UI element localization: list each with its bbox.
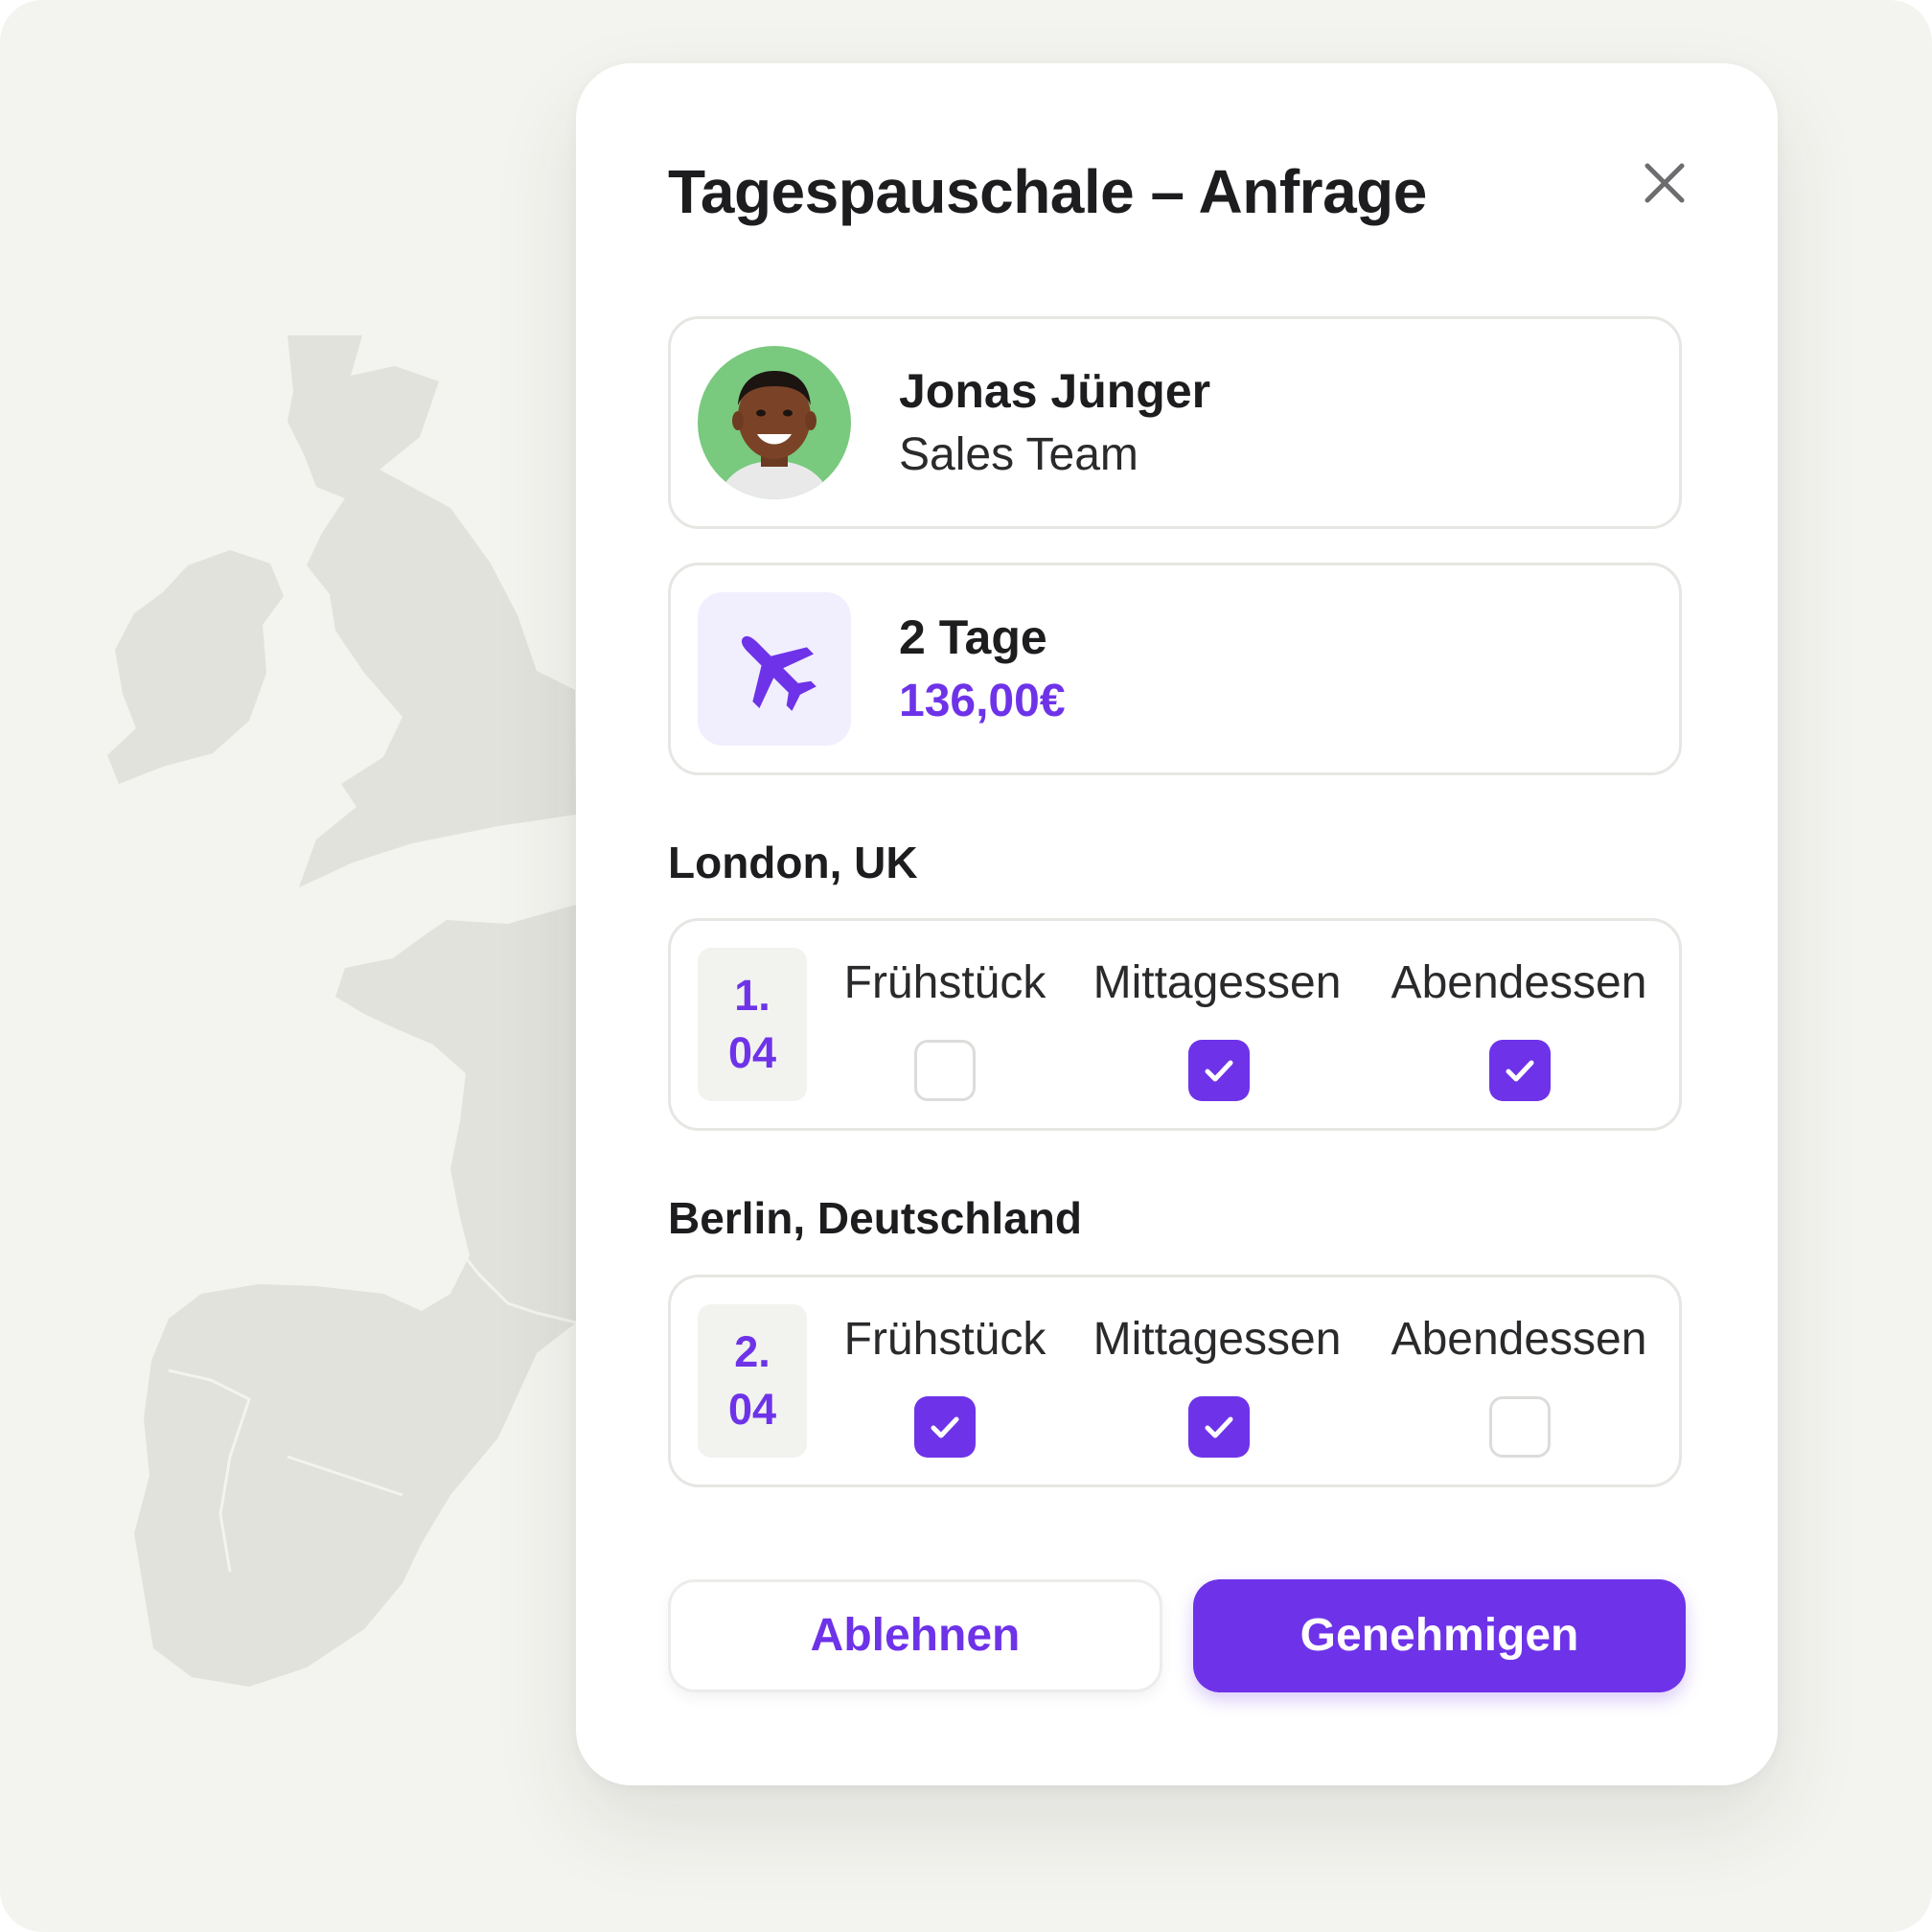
day2-lunch-label: Mittagessen [1092, 1314, 1342, 1365]
day1-date-month: 04 [727, 1028, 777, 1077]
trip-duration: 2 Tage [899, 610, 1047, 664]
day1-lunch-checkbox[interactable] [1188, 1040, 1250, 1101]
day1-breakfast-label: Frühstück [843, 957, 1046, 1008]
employee-team: Sales Team [899, 429, 1138, 480]
approve-button[interactable]: Genehmigen [1193, 1579, 1686, 1692]
day2-breakfast-checkbox[interactable] [914, 1396, 976, 1458]
day1-lunch-label: Mittagessen [1092, 957, 1342, 1008]
day1-dinner-label: Abendessen [1391, 957, 1647, 1008]
employee-card: Jonas Jünger Sales Team [668, 316, 1682, 529]
day1-meals-card: 1. 04 Frühstück Mittagessen Abendessen [668, 918, 1682, 1131]
reject-button[interactable]: Ablehnen [668, 1579, 1162, 1692]
checkmark-icon [1506, 1060, 1534, 1082]
checkmark-icon [931, 1416, 959, 1438]
background-canvas: Tagespauschale – Anfrage Jonas Jünger Sa… [0, 0, 1932, 1932]
trip-icon-tile [698, 592, 851, 746]
day1-location: London, UK [668, 838, 918, 887]
checkmark-icon [1205, 1060, 1233, 1082]
day1-date: 1. 04 [698, 948, 807, 1101]
modal-title: Tagespauschale – Anfrage [668, 157, 1427, 226]
day2-date-day: 2. [734, 1327, 770, 1376]
day1-dinner-checkbox[interactable] [1489, 1040, 1551, 1101]
close-icon[interactable] [1636, 154, 1693, 212]
avatar [698, 346, 851, 499]
day2-lunch-checkbox[interactable] [1188, 1396, 1250, 1458]
allowance-request-modal: Tagespauschale – Anfrage Jonas Jünger Sa… [576, 63, 1778, 1785]
trip-amount: 136,00€ [899, 676, 1066, 726]
day2-location: Berlin, Deutschland [668, 1193, 1082, 1243]
trip-summary-card: 2 Tage 136,00€ [668, 563, 1682, 775]
employee-name: Jonas Jünger [899, 364, 1211, 418]
day2-date-month: 04 [727, 1385, 777, 1434]
day2-dinner-checkbox[interactable] [1489, 1396, 1551, 1458]
day1-breakfast-checkbox[interactable] [914, 1040, 976, 1101]
day2-date: 2. 04 [698, 1304, 807, 1458]
day2-dinner-label: Abendessen [1391, 1314, 1647, 1365]
day2-breakfast-label: Frühstück [843, 1314, 1046, 1365]
airplane-icon [741, 635, 816, 711]
checkmark-icon [1205, 1416, 1233, 1438]
day1-date-day: 1. [734, 971, 770, 1020]
day2-meals-card: 2. 04 Frühstück Mittagessen Abendessen [668, 1275, 1682, 1487]
